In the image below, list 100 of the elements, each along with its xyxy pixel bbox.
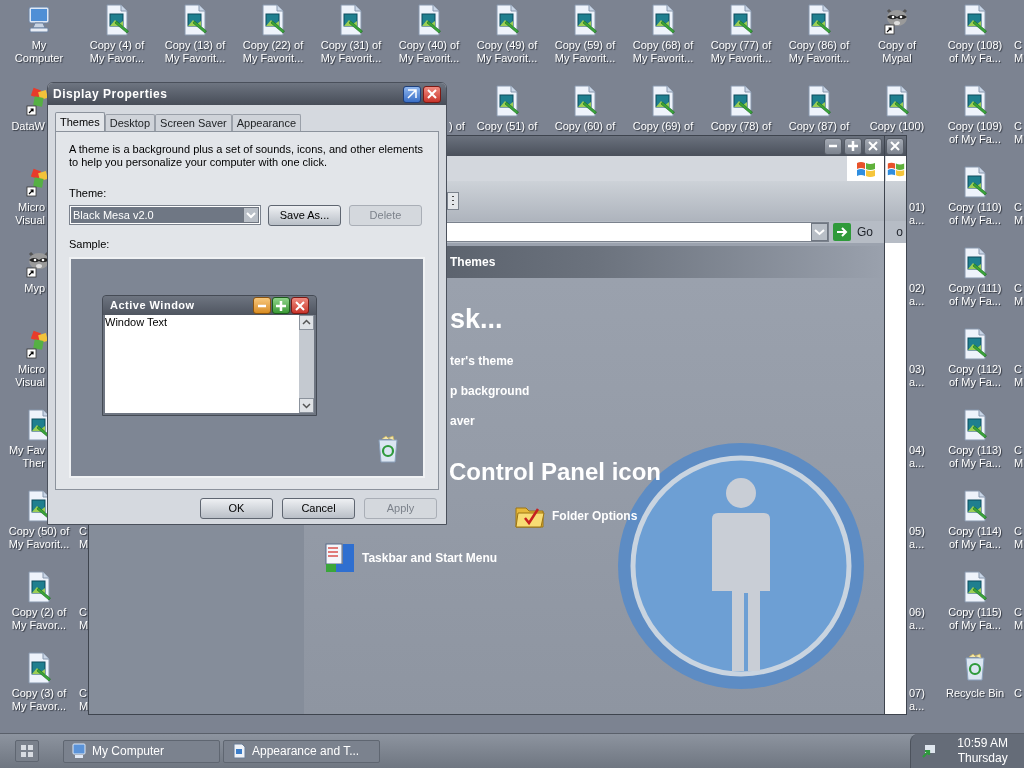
close-button[interactable]	[423, 85, 441, 103]
dialog-button[interactable]: Cancel	[282, 498, 355, 519]
minimize-button[interactable]	[253, 297, 271, 314]
close-icon	[294, 299, 306, 312]
icon-label[interactable]: C M	[1014, 606, 1024, 632]
minimize-button[interactable]	[824, 137, 842, 155]
icon-label[interactable]: C M	[1014, 444, 1024, 470]
icon-label[interactable]: My Fav Ther	[8, 444, 45, 470]
icon-label[interactable]: Copy (115) of My Fa...	[948, 606, 1002, 632]
icon-label[interactable]: Copy (100)	[869, 120, 925, 133]
icon-label[interactable]: 07) a...	[909, 687, 925, 713]
icon-label[interactable]: Copy (3) of My Favor...	[11, 687, 67, 713]
grid-icon	[21, 745, 33, 757]
icon-label[interactable]: Copy (13) of My Favorit...	[164, 39, 226, 65]
icon-label[interactable]: C M	[1014, 363, 1024, 389]
picture-file-icon	[338, 4, 364, 36]
picture-file-icon	[962, 328, 988, 360]
icon-label[interactable]: 04) a...	[909, 444, 925, 470]
go-label: o	[896, 224, 903, 241]
tab[interactable]: Screen Saver	[155, 114, 232, 131]
computer-icon	[72, 743, 86, 759]
icon-label[interactable]: C M	[1014, 525, 1024, 551]
icon-label[interactable]: 03) a...	[909, 363, 925, 389]
icon-label[interactable]: Copy (31) of My Favorit...	[320, 39, 382, 65]
taskbar-button[interactable]: My Computer	[63, 739, 220, 763]
icon-label[interactable]: Micro Visual	[15, 363, 45, 389]
close-button[interactable]	[886, 137, 904, 155]
icon-label[interactable]: Copy (111) of My Fa...	[948, 282, 1002, 308]
icon-label[interactable]: 01) a...	[909, 201, 925, 227]
icon-label[interactable]: Copy (114) of My Fa...	[948, 525, 1002, 551]
icon-label[interactable]: Copy (86) of My Favorit...	[788, 39, 850, 65]
icon-label[interactable]: Copy (87) of	[788, 120, 850, 133]
monitor-arrow-icon[interactable]	[921, 743, 937, 759]
icon-label[interactable]: Copy (78) of	[710, 120, 772, 133]
theme-dropdown[interactable]: Black Mesa v2.0	[69, 205, 261, 225]
icon-label[interactable]: Copy (108) of My Fa...	[947, 39, 1003, 65]
task-link[interactable]: ter's theme	[450, 354, 514, 368]
task-link[interactable]: p background	[450, 384, 530, 398]
scroll-down-icon[interactable]	[299, 398, 314, 413]
dialog-button[interactable]: Save As...	[268, 204, 341, 226]
icon-label[interactable]: Copy (22) of My Favorit...	[242, 39, 304, 65]
tab[interactable]: Themes	[55, 112, 105, 131]
close-button[interactable]	[291, 297, 309, 314]
icon-label[interactable]: Copy (109) of My Fa...	[947, 120, 1003, 146]
icon-label[interactable]: Copy (59) of My Favorit...	[554, 39, 616, 65]
clock-day: Thursday	[957, 751, 1008, 766]
icon-label[interactable]: Micro Visual	[15, 201, 45, 227]
icon-label[interactable]: Copy (110) of My Fa...	[948, 201, 1002, 227]
icon-label[interactable]: Copy (69) of	[632, 120, 694, 133]
maximize-icon	[275, 299, 287, 312]
icon-label[interactable]: Copy (113) of My Fa...	[948, 444, 1002, 470]
help-button[interactable]	[403, 85, 421, 103]
icon-label[interactable]: Copy (50) of My Favorit...	[8, 525, 70, 551]
icon-label[interactable]: C M	[1014, 39, 1024, 65]
icon-label[interactable]: Copy of Mypal	[878, 39, 916, 65]
icon-label[interactable]: Copy (51) of	[476, 120, 538, 133]
picture-file-icon	[572, 4, 598, 36]
icon-label[interactable]: My Computer	[14, 39, 64, 65]
close-button[interactable]	[864, 137, 882, 155]
icon-label[interactable]: Copy (40) of My Favorit...	[398, 39, 460, 65]
task-link[interactable]: aver	[450, 414, 475, 428]
scrollbar[interactable]	[299, 315, 314, 413]
maximize-button[interactable]	[272, 297, 290, 314]
maximize-button[interactable]	[844, 137, 862, 155]
icon-label[interactable]: C M	[79, 606, 89, 632]
tab[interactable]: Appearance	[231, 114, 302, 131]
icon-label[interactable]: C M	[1014, 282, 1024, 308]
icon-label[interactable]: Copy (112) of My Fa...	[948, 363, 1002, 389]
dropdown-icon[interactable]	[811, 223, 828, 241]
icon-label[interactable]: Myp	[24, 282, 45, 295]
icon-label[interactable]: Copy (49) of My Favorit...	[476, 39, 538, 65]
scroll-up-icon[interactable]	[299, 315, 314, 330]
recycle-bin-icon	[375, 434, 401, 466]
window-text: Window Text	[105, 315, 169, 330]
icon-label[interactable]: C M	[79, 525, 89, 551]
icon-label[interactable]: C M	[79, 687, 89, 713]
tab[interactable]: Desktop	[104, 114, 156, 131]
views-icon	[447, 192, 459, 210]
taskbar-button[interactable]: Appearance and T...	[223, 739, 380, 763]
icon-label[interactable]: Copy (60) of	[554, 120, 616, 133]
icon-label[interactable]: Copy (77) of My Favorit...	[710, 39, 772, 65]
control-panel-item[interactable]: Folder Options	[514, 502, 638, 530]
icon-label[interactable]: ) of	[449, 120, 465, 133]
go-button[interactable]: Go	[833, 223, 873, 241]
icon-label[interactable]: Recycle Bin	[945, 687, 1005, 700]
icon-label[interactable]: C M	[1014, 201, 1024, 227]
icon-label[interactable]: C	[1014, 687, 1022, 700]
icon-label[interactable]: Copy (68) of My Favorit...	[632, 39, 694, 65]
icon-label[interactable]: Copy (4) of My Favor...	[89, 39, 145, 65]
icon-label[interactable]: 06) a...	[909, 606, 925, 632]
icon-label[interactable]: C M	[1014, 120, 1024, 146]
icon-label[interactable]: 02) a...	[909, 282, 925, 308]
icon-label[interactable]: Copy (2) of My Favor...	[11, 606, 67, 632]
picture-file-icon	[416, 4, 442, 36]
icon-label[interactable]: DataW	[11, 120, 45, 133]
dialog-button[interactable]: OK	[200, 498, 273, 519]
start-button[interactable]	[15, 740, 39, 762]
icon-label[interactable]: 05) a...	[909, 525, 925, 551]
control-panel-item[interactable]: Taskbar and Start Menu	[324, 542, 498, 574]
picture-file-icon	[728, 4, 754, 36]
